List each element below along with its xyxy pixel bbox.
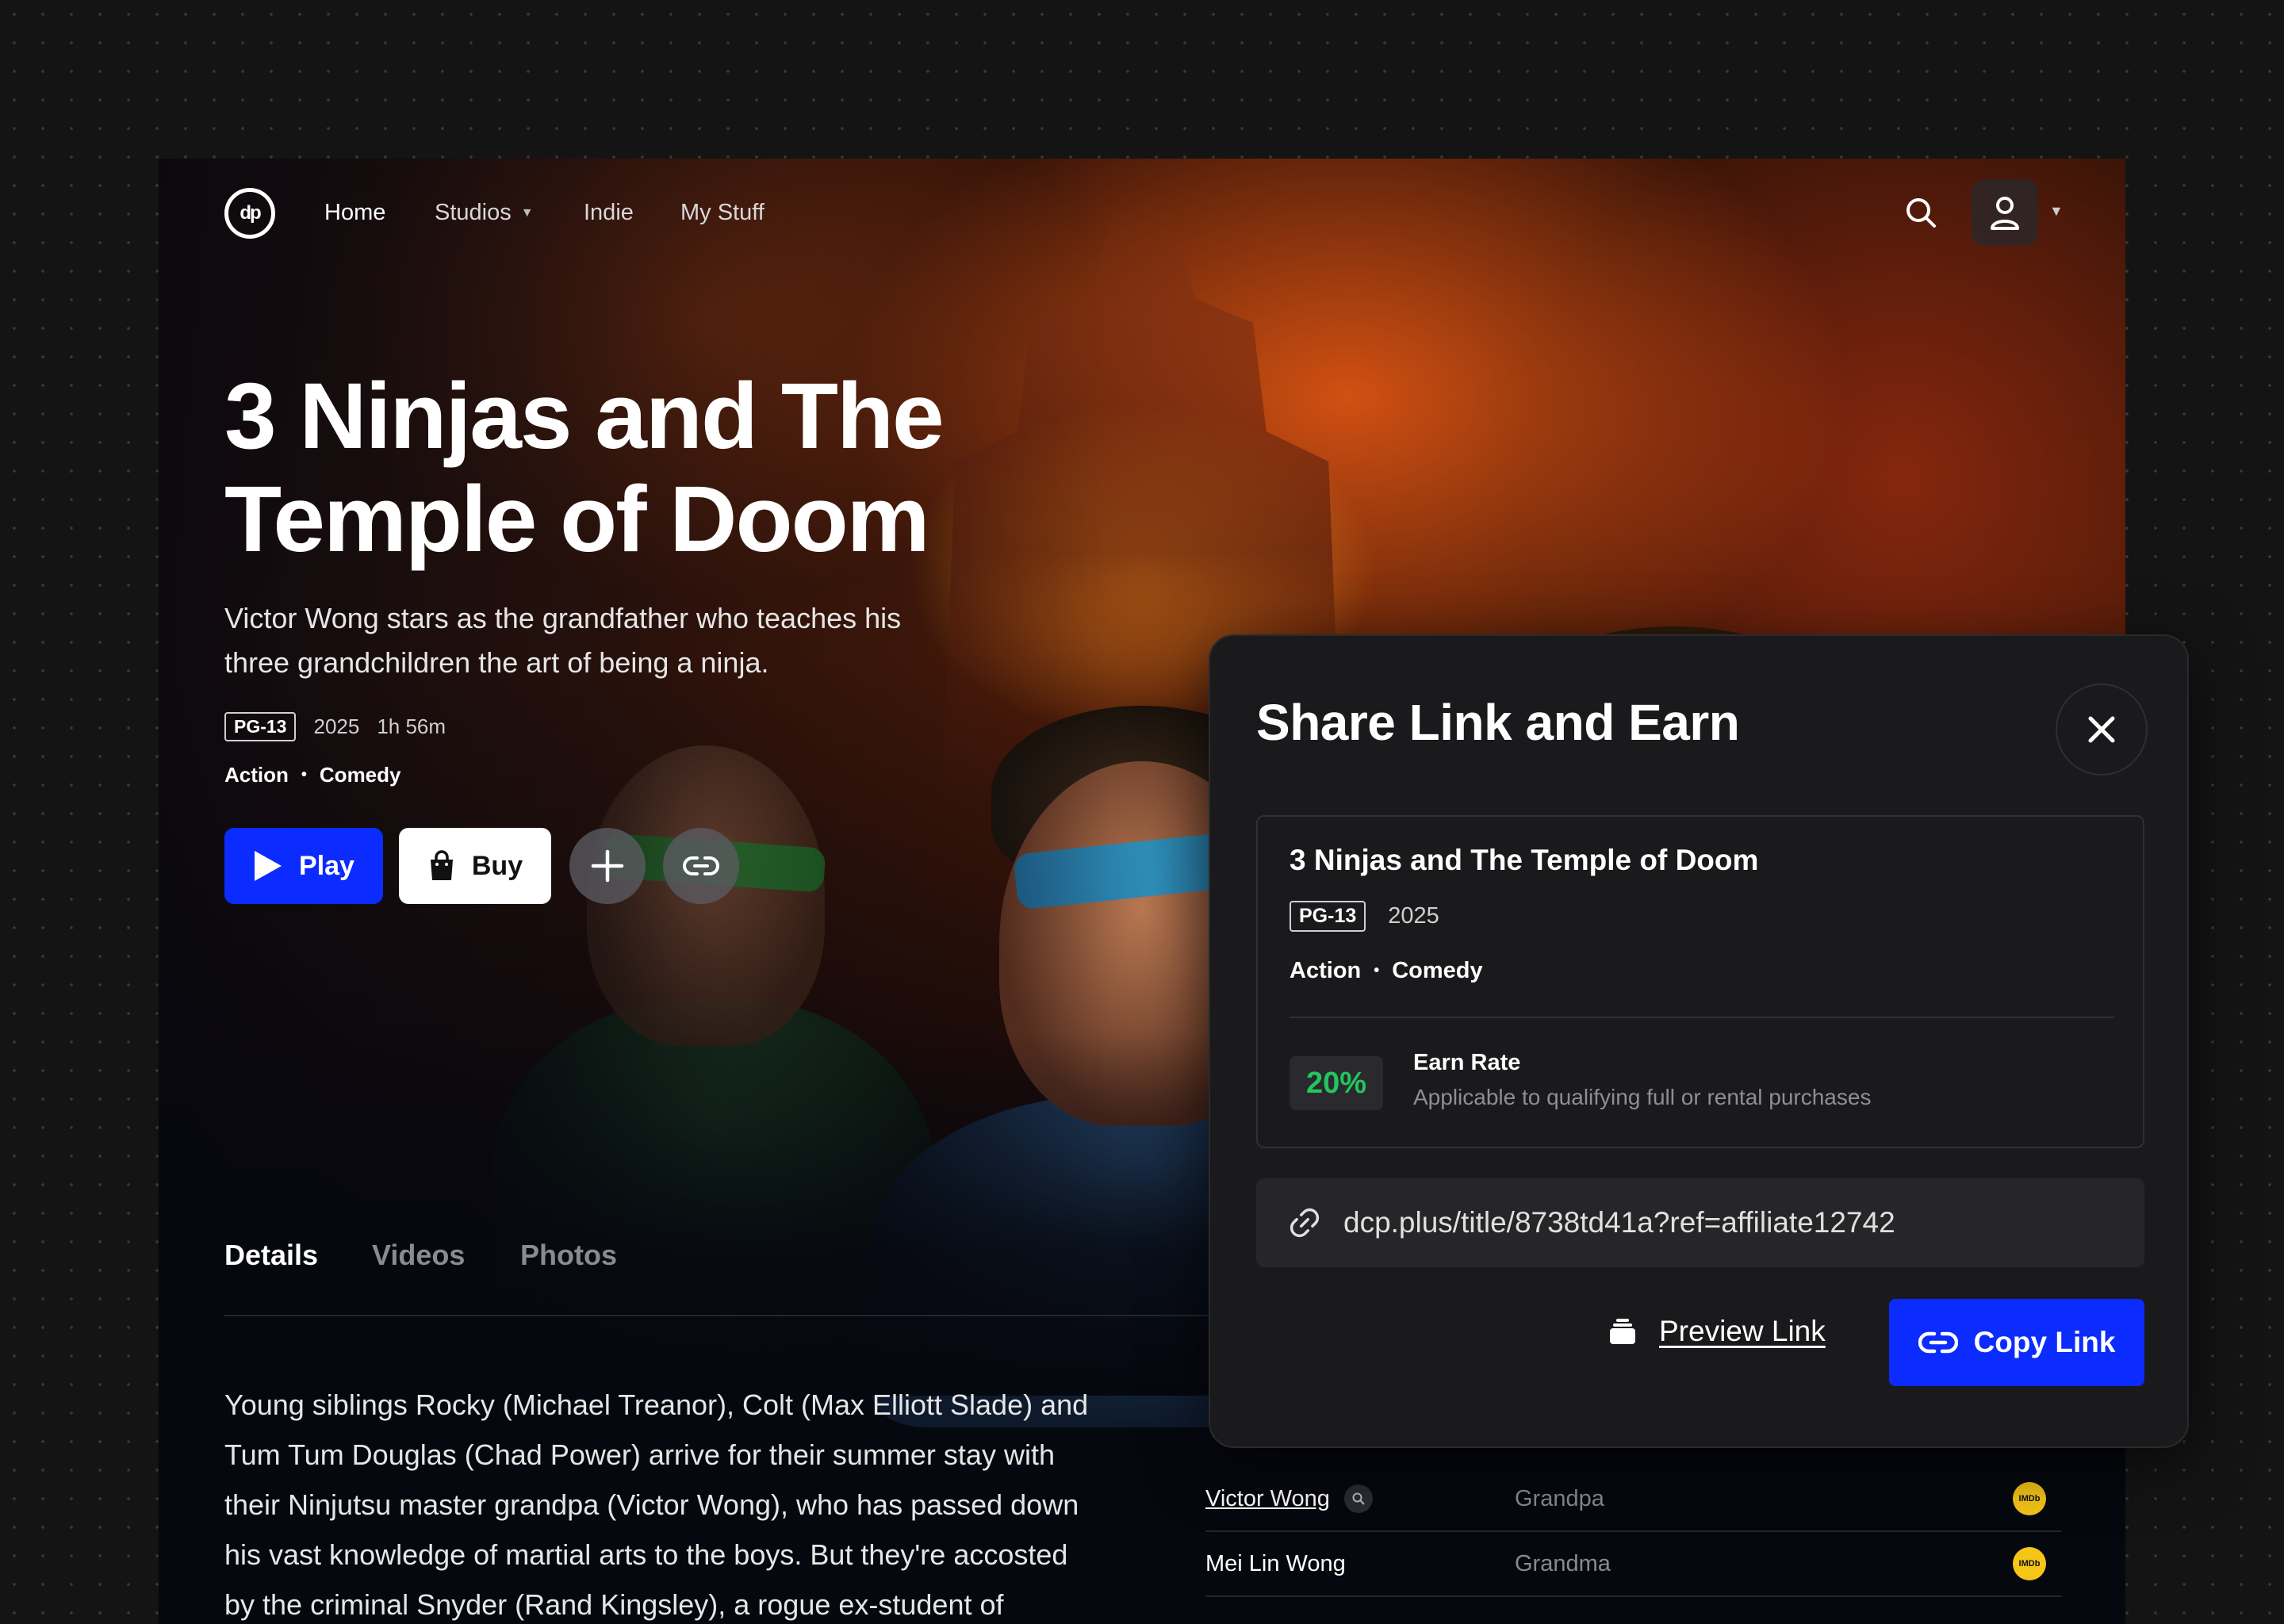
nav-my-stuff[interactable]: My Stuff [680, 200, 765, 226]
nav-home-label: Home [324, 200, 386, 225]
movie-title-line2: Temple of Doom [224, 467, 930, 572]
nav-indie-label: Indie [584, 200, 634, 225]
cast-name[interactable]: Victor Wong [1205, 1484, 1515, 1513]
movie-synopsis: Victor Wong stars as the grandfather who… [224, 602, 902, 679]
imdb-icon[interactable]: IMDb [2013, 1547, 2046, 1580]
play-icon [255, 851, 282, 881]
tab-photos-label: Photos [520, 1239, 617, 1271]
genre-list: Action • Comedy [224, 763, 400, 787]
card-meta: PG-13 2025 [1290, 901, 1439, 932]
link-icon [683, 856, 719, 875]
card-movie-title: 3 Ninjas and The Temple of Doom [1290, 844, 1759, 876]
imdb-icon[interactable]: IMDb [2013, 1482, 2046, 1515]
tab-photos[interactable]: Photos [520, 1239, 617, 1272]
cast-name[interactable]: Mei Lin Wong [1205, 1551, 1515, 1577]
cast-row: Mei Lin Wong Grandma IMDb [1205, 1532, 2062, 1597]
logo[interactable]: dp [224, 188, 275, 239]
genre-list: Action • Comedy [1290, 958, 1483, 984]
preview-link-label: Preview Link [1659, 1315, 1826, 1347]
tab-details-label: Details [224, 1239, 319, 1271]
rating-badge: PG-13 [224, 712, 297, 741]
movie-description: Young siblings Rocky (Michael Treanor), … [224, 1388, 1089, 1621]
cast-role: Grandpa [1515, 1485, 1604, 1511]
separator-dot: • [1374, 962, 1380, 979]
genre-tag: Comedy [319, 763, 401, 787]
play-button-label: Play [299, 850, 354, 881]
runtime: 1h 56m [377, 714, 446, 738]
add-to-list-button[interactable] [569, 828, 646, 904]
tab-videos-label: Videos [372, 1239, 466, 1271]
tab-details[interactable]: Details [224, 1239, 318, 1272]
modal-title: Share Link and Earn [1256, 694, 1740, 751]
buy-button[interactable]: Buy [399, 828, 551, 904]
tab-videos[interactable]: Videos [372, 1239, 465, 1272]
search-icon[interactable] [1343, 1484, 1373, 1513]
play-button[interactable]: Play [224, 828, 383, 904]
nav-my-stuff-label: My Stuff [680, 200, 765, 225]
earn-rate-value: 20% [1290, 1056, 1383, 1110]
release-year: 2025 [313, 714, 360, 738]
preview-icon [1610, 1319, 1635, 1344]
separator-dot: • [301, 766, 307, 783]
close-icon [2088, 716, 2115, 743]
earn-rate-label: Earn Rate [1413, 1050, 1521, 1075]
plus-icon [591, 849, 624, 883]
nav-home[interactable]: Home [324, 200, 385, 226]
nav-indie[interactable]: Indie [584, 200, 634, 226]
movie-title: 3 Ninjas and The Temple of Doom [224, 365, 1097, 571]
movie-meta: PG-13 2025 1h 56m [224, 712, 446, 741]
genre-tag: Action [1290, 958, 1362, 983]
tab-divider [224, 1315, 1366, 1316]
link-icon [1918, 1331, 1958, 1354]
logo-text: dp [240, 202, 261, 224]
share-modal: Share Link and Earn 3 Ninjas and The Tem… [1209, 634, 2189, 1448]
cast-role: Grandma [1515, 1550, 1611, 1576]
rating-badge: PG-13 [1290, 901, 1366, 932]
copy-link-label: Copy Link [1973, 1326, 2116, 1358]
release-year: 2025 [1388, 903, 1439, 929]
cast-name-label: Mei Lin Wong [1205, 1550, 1346, 1576]
card-divider [1290, 1017, 2114, 1018]
genre-tag: Action [224, 763, 289, 787]
shopping-bag-icon [430, 850, 453, 880]
chevron-down-icon: ▼ [520, 206, 534, 220]
buy-button-label: Buy [471, 850, 523, 881]
copy-link-button[interactable]: Copy Link [1889, 1299, 2144, 1386]
earn-rate-description: Applicable to qualifying full or rental … [1413, 1085, 1872, 1109]
preview-link-button[interactable]: Preview Link [1607, 1315, 1826, 1348]
cast-name-label: Victor Wong [1205, 1485, 1330, 1511]
share-url-text: dcp.plus/title/8738td41a?ref=affiliate12… [1343, 1206, 1895, 1239]
search-icon[interactable] [1903, 195, 1938, 230]
genre-tag: Comedy [1392, 958, 1483, 983]
nav-studios[interactable]: Studios ▼ [435, 200, 534, 226]
account-button[interactable] [1972, 179, 2038, 246]
nav-studios-label: Studios [435, 200, 512, 225]
share-link-button[interactable] [663, 828, 739, 904]
cast-row: Victor Wong Grandpa IMDb [1205, 1467, 2062, 1532]
user-icon [1991, 197, 2019, 230]
share-url-field[interactable]: dcp.plus/title/8738td41a?ref=affiliate12… [1256, 1178, 2144, 1267]
movie-summary-card: 3 Ninjas and The Temple of Doom PG-13 20… [1256, 815, 2144, 1148]
movie-title-line1: 3 Ninjas and The [224, 364, 945, 469]
account-chevron-down-icon[interactable]: ▼ [2049, 203, 2064, 220]
close-button[interactable] [2056, 684, 2148, 776]
link-icon [1290, 1208, 1320, 1238]
